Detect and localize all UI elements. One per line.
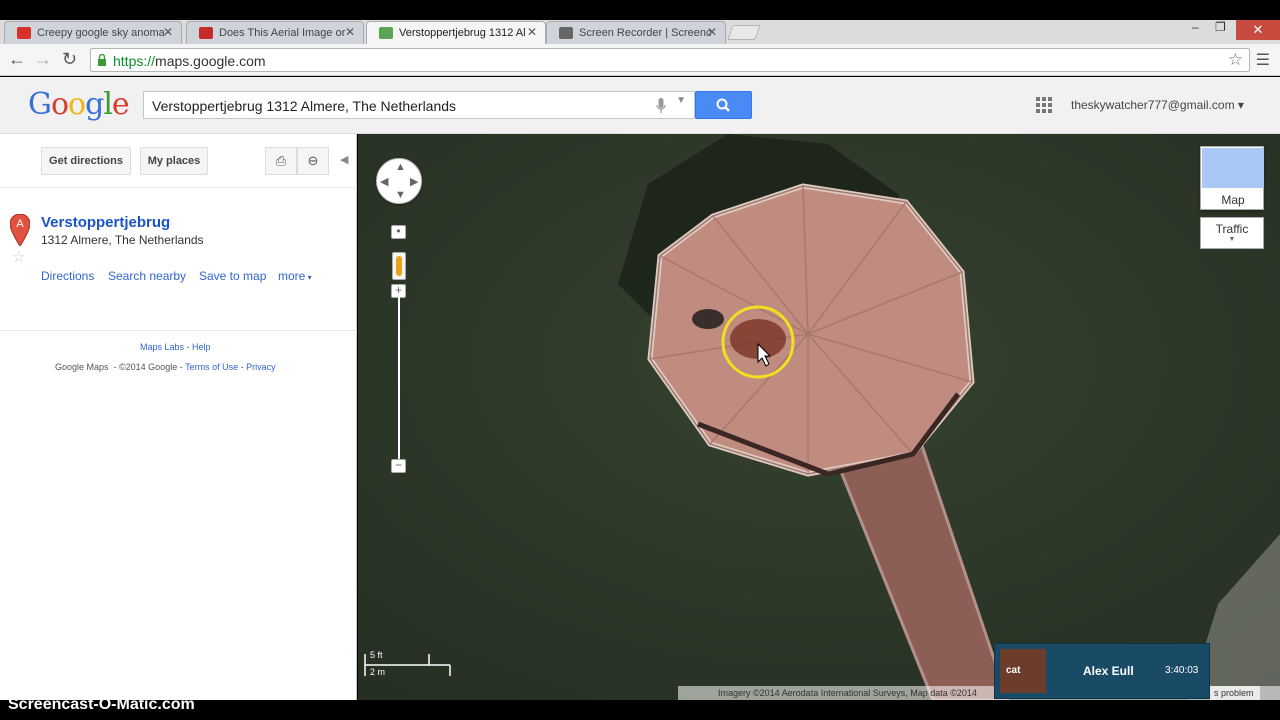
divider — [0, 330, 357, 331]
place-title[interactable]: Verstoppertjebrug — [41, 214, 170, 231]
link-icon[interactable]: ⊖ — [297, 147, 329, 175]
more-link[interactable]: more ▾ — [278, 269, 312, 283]
tab-4-label: Screen Recorder | Screenc — [579, 27, 712, 39]
zoom-slider-track[interactable] — [398, 294, 400, 462]
place-address: 1312 Almere, The Netherlands — [41, 233, 204, 247]
divider — [0, 187, 357, 188]
close-icon[interactable]: ✕ — [707, 25, 717, 39]
pan-down-icon[interactable]: ▼ — [395, 189, 406, 201]
lock-icon — [98, 54, 106, 66]
address-bar[interactable]: https://maps.google.com ☆ — [90, 48, 1250, 72]
new-tab-button[interactable] — [727, 25, 761, 40]
footer-copyright: ©2014 Google — [119, 362, 178, 372]
save-to-map-link[interactable]: Save to map — [199, 269, 266, 283]
map-type-button[interactable]: Map — [1200, 146, 1264, 210]
map-type-label: Map — [1221, 193, 1245, 207]
aerial-imagery — [358, 134, 1280, 700]
help-link[interactable]: Help — [192, 342, 211, 352]
pan-left-icon[interactable]: ◀ — [380, 175, 388, 188]
url-text: https://maps.google.com — [113, 53, 266, 69]
zoom-out-button[interactable]: − — [391, 459, 406, 473]
browser-toolbar: ← → ↻ https://maps.google.com ☆ ☰ — [0, 44, 1280, 76]
print-icon[interactable]: ⎙ — [265, 147, 297, 175]
recorder-notification[interactable]: cat Alex Eull 3:40:03 — [994, 643, 1210, 699]
pegman-icon[interactable] — [392, 252, 406, 280]
search-nearby-link[interactable]: Search nearby — [108, 269, 186, 283]
poster-text: cat — [1006, 665, 1021, 676]
bookmark-star-icon[interactable]: ☆ — [1228, 50, 1243, 70]
search-icon — [716, 98, 730, 112]
scale-m: 2 m — [370, 667, 386, 677]
account-menu[interactable]: theskywatcher777@gmail.com ▾ — [1071, 98, 1244, 112]
maps-labs-link[interactable]: Maps Labs — [140, 342, 184, 352]
tab-1-label: Creepy google sky anoma — [37, 27, 165, 39]
tab-3-label: Verstoppertjebrug 1312 Al — [399, 27, 526, 39]
screencast-icon — [559, 27, 573, 39]
tab-2-label: Does This Aerial Image or — [219, 27, 346, 39]
scale-ft: 5 ft — [370, 650, 383, 660]
privacy-link[interactable]: Privacy — [246, 362, 276, 372]
left-panel: Get directions My places ⎙ ⊖ ◀ A Verstop… — [0, 134, 357, 700]
watermark: Screencast-O-Matic.com — [8, 696, 195, 713]
tab-2[interactable]: Does This Aerial Image or ✕ — [186, 21, 364, 44]
reload-icon[interactable]: ↻ — [62, 49, 77, 70]
window-close-button[interactable]: ✕ — [1236, 20, 1280, 40]
chevron-down-icon: ▼ — [1228, 236, 1236, 243]
google-logo[interactable]: Google — [28, 87, 130, 122]
tab-3[interactable]: Verstoppertjebrug 1312 Al ✕ — [366, 21, 546, 44]
tab-1[interactable]: Creepy google sky anoma ✕ — [4, 21, 182, 44]
back-arrow-icon[interactable]: ← — [8, 49, 26, 70]
location-dot-icon[interactable]: • — [391, 225, 406, 239]
search-button[interactable] — [695, 91, 752, 119]
browser-tab-bar: Creepy google sky anoma ✕ Does This Aeri… — [0, 20, 1280, 44]
terms-link[interactable]: Terms of Use — [185, 362, 238, 372]
close-icon[interactable]: ✕ — [345, 25, 355, 39]
report-problem-link[interactable]: s problem — [1210, 686, 1260, 700]
pan-control[interactable]: ▲ ▼ ◀ ▶ — [376, 158, 422, 204]
map-thumbnail — [1202, 148, 1264, 188]
recorder-time: 3:40:03 — [1165, 665, 1199, 676]
get-directions-button[interactable]: Get directions — [41, 147, 131, 175]
recorder-user: Alex Eull — [1083, 664, 1134, 678]
pan-up-icon[interactable]: ▲ — [395, 161, 406, 173]
google-header: Google Verstoppertjebrug 1312 Almere, Th… — [0, 77, 1280, 134]
pin-letter: A — [16, 218, 24, 230]
minimize-icon[interactable]: – — [1192, 20, 1199, 34]
apps-grid-icon[interactable] — [1036, 97, 1052, 113]
restore-icon[interactable]: ❐ — [1215, 20, 1226, 34]
map-pin-icon: A — [10, 214, 30, 246]
yahoo-news-icon — [199, 27, 213, 39]
close-icon[interactable]: ✕ — [527, 25, 537, 39]
footer-links-top: Maps Labs - Help — [140, 342, 211, 352]
forward-arrow-icon[interactable]: → — [34, 49, 52, 70]
star-icon[interactable]: ☆ — [12, 248, 25, 266]
video-thumbnail: cat — [1000, 649, 1046, 693]
my-places-button[interactable]: My places — [140, 147, 208, 175]
collapse-panel-icon[interactable]: ◀ — [340, 153, 348, 166]
close-icon[interactable]: ✕ — [163, 25, 173, 39]
screen: Creepy google sky anoma ✕ Does This Aeri… — [0, 0, 1280, 720]
tab-4[interactable]: Screen Recorder | Screenc ✕ — [546, 21, 726, 44]
scale-bar: 5 ft 2 m — [364, 650, 452, 678]
search-query: Verstoppertjebrug 1312 Almere, The Nethe… — [152, 98, 457, 114]
youtube-icon — [17, 27, 31, 39]
footer-google-maps: Google Maps — [55, 362, 109, 372]
directions-link[interactable]: Directions — [41, 269, 94, 283]
chevron-down-icon[interactable]: ▼ — [676, 95, 686, 106]
footer-links-bottom: Google Maps - ©2014 Google - Terms of Us… — [55, 362, 276, 372]
traffic-button[interactable]: Traffic ▼ — [1200, 217, 1264, 249]
chrome-menu-icon[interactable]: ☰ — [1256, 50, 1270, 70]
google-maps-icon — [379, 27, 393, 39]
pan-right-icon[interactable]: ▶ — [410, 175, 418, 188]
map-canvas[interactable]: ▲ ▼ ◀ ▶ • + − Map Traffic ▼ 5 ft 2 m Ima… — [358, 134, 1280, 700]
microphone-icon[interactable] — [656, 98, 666, 114]
search-input[interactable]: Verstoppertjebrug 1312 Almere, The Nethe… — [143, 91, 695, 119]
traffic-label: Traffic — [1215, 222, 1249, 236]
